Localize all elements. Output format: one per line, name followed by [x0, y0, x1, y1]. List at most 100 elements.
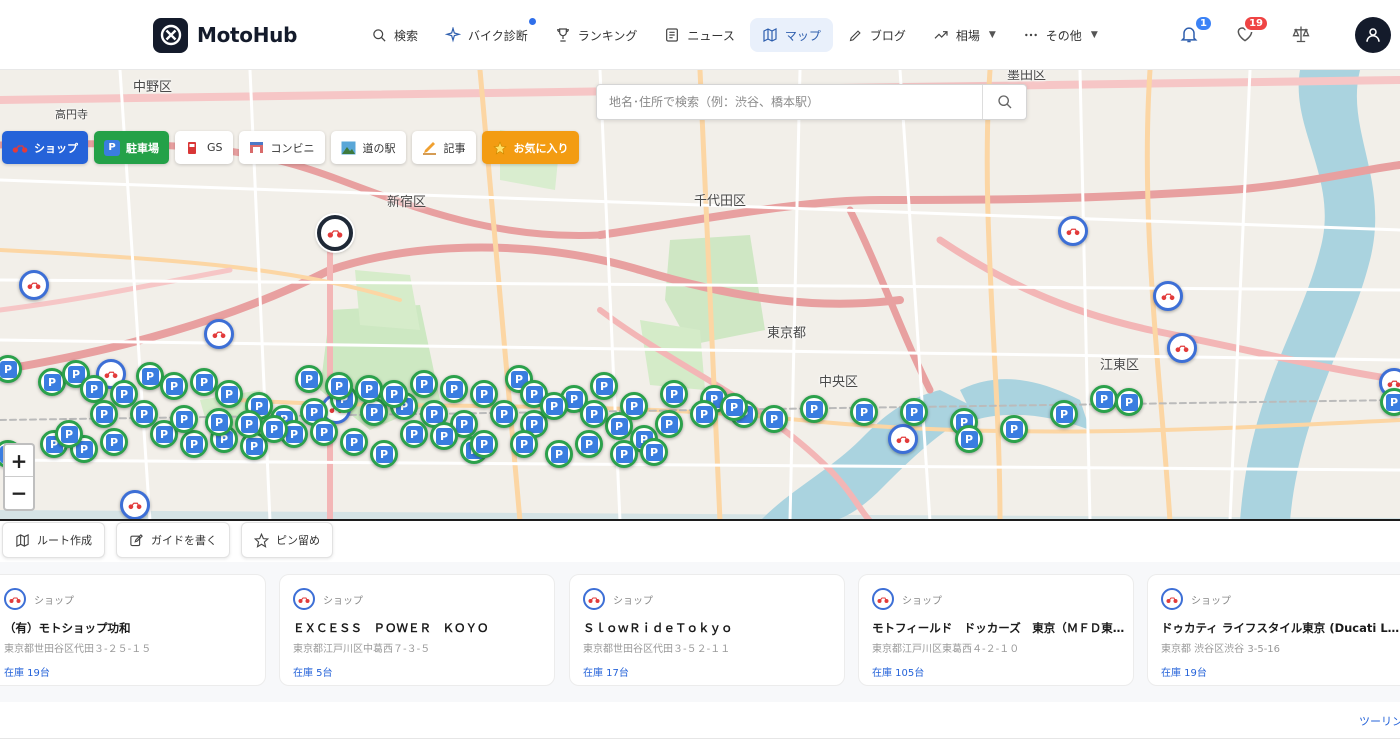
favorites-button[interactable]: 19: [1233, 15, 1269, 46]
parking-marker[interactable]: P: [470, 430, 498, 458]
create-route-button[interactable]: ルート作成: [2, 522, 105, 558]
shop-card[interactable]: ショップ ＥＸＣＥＳＳ ＰＯＷＥＲ ＫＯＹＯ 東京都江戸川区中葛西７-３-５ 在…: [279, 574, 555, 686]
parking-marker[interactable]: P: [410, 370, 438, 398]
parking-marker[interactable]: P: [325, 372, 353, 400]
zoom-out-button[interactable]: −: [5, 477, 33, 509]
parking-marker[interactable]: P: [850, 398, 878, 426]
filter-roadside-station[interactable]: 道の駅: [330, 131, 406, 164]
parking-marker[interactable]: P: [235, 410, 263, 438]
touring-link[interactable]: ツーリング: [1359, 713, 1400, 729]
map-search-button[interactable]: [982, 85, 1026, 119]
shop-marker[interactable]: [1058, 216, 1088, 246]
parking-marker[interactable]: P: [400, 420, 428, 448]
shop-card[interactable]: ショップ モトフィールド ドッカーズ 東京（ＭＦＤ東… 東京都江戸川区東葛西４-…: [858, 574, 1134, 686]
parking-marker[interactable]: P: [580, 400, 608, 428]
parking-marker[interactable]: P: [690, 400, 718, 428]
parking-marker[interactable]: P: [1050, 400, 1078, 428]
parking-marker[interactable]: P: [80, 375, 108, 403]
parking-marker[interactable]: P: [540, 392, 568, 420]
shop-card[interactable]: ショップ ＳｌｏｗＲｉｄｅＴｏｋｙｏ 東京都世田谷区代田３-５２-１１ 在庫 1…: [569, 574, 845, 686]
filter-article[interactable]: 記事: [411, 131, 476, 164]
parking-marker[interactable]: P: [295, 365, 323, 393]
parking-marker[interactable]: P: [1000, 415, 1028, 443]
parking-marker[interactable]: P: [100, 428, 128, 456]
write-guide-button[interactable]: ガイドを書く: [116, 522, 230, 558]
parking-marker[interactable]: P: [590, 372, 618, 400]
shop-marker[interactable]: [204, 319, 234, 349]
shop-card-address: 東京都江戸川区東葛西４-２-１０: [872, 644, 1020, 655]
parking-marker[interactable]: P: [955, 425, 983, 453]
parking-marker[interactable]: P: [160, 372, 188, 400]
nav-market-price[interactable]: 相場 ▼: [921, 18, 1008, 52]
parking-marker[interactable]: P: [510, 430, 538, 458]
nav-more[interactable]: その他 ▼: [1011, 18, 1110, 52]
parking-marker[interactable]: P: [190, 368, 218, 396]
motorcycle-icon: [583, 588, 605, 610]
shop-marker[interactable]: [1167, 333, 1197, 363]
parking-marker[interactable]: P: [340, 428, 368, 456]
parking-marker[interactable]: P: [90, 400, 118, 428]
notifications-button[interactable]: 1: [1177, 15, 1213, 46]
shop-marker[interactable]: [120, 490, 150, 519]
parking-marker[interactable]: P: [380, 380, 408, 408]
nav-blog[interactable]: ブログ: [836, 18, 918, 52]
shop-marker[interactable]: [888, 424, 918, 454]
parking-marker[interactable]: P: [655, 410, 683, 438]
filter-favorites[interactable]: お気に入り: [481, 131, 579, 164]
filter-gas-station[interactable]: GS: [175, 131, 233, 164]
user-avatar[interactable]: [1355, 17, 1391, 53]
parking-marker[interactable]: P: [260, 415, 288, 443]
parking-marker[interactable]: P: [575, 430, 603, 458]
parking-marker[interactable]: P: [760, 405, 788, 433]
parking-icon: P: [245, 437, 263, 455]
parking-icon: P: [425, 405, 443, 423]
parking-marker[interactable]: P: [490, 400, 518, 428]
shop-card[interactable]: ショップ ドゥカティ ライフスタイル東京 (Ducati Lifestyl...…: [1147, 574, 1400, 686]
parking-marker[interactable]: P: [355, 375, 383, 403]
parking-marker[interactable]: P: [170, 405, 198, 433]
parking-marker[interactable]: P: [640, 438, 668, 466]
parking-icon: P: [135, 405, 153, 423]
parking-marker[interactable]: P: [205, 408, 233, 436]
parking-marker[interactable]: P: [430, 422, 458, 450]
nav-bike-diagnosis[interactable]: バイク診断: [433, 18, 540, 52]
nav-search[interactable]: 検索: [360, 18, 430, 52]
parking-marker[interactable]: P: [215, 380, 243, 408]
parking-marker[interactable]: P: [1115, 388, 1143, 416]
parking-marker[interactable]: P: [180, 430, 208, 458]
zoom-in-button[interactable]: +: [5, 445, 33, 477]
parking-marker[interactable]: P: [1380, 388, 1400, 416]
parking-marker[interactable]: P: [1090, 385, 1118, 413]
parking-icon: P: [185, 435, 203, 453]
logo[interactable]: MotoHub: [153, 17, 297, 53]
parking-marker[interactable]: P: [900, 398, 928, 426]
parking-marker[interactable]: P: [370, 440, 398, 468]
nav-map[interactable]: マップ: [749, 18, 833, 52]
filter-shop[interactable]: ショップ: [2, 131, 88, 164]
shop-card[interactable]: ショップ （有）モトショップ功和 東京都世田谷区代田３-２５-１５ 在庫 19台: [0, 574, 266, 686]
parking-marker[interactable]: P: [130, 400, 158, 428]
compare-button[interactable]: [1289, 22, 1313, 46]
pin-button[interactable]: ピン留め: [241, 522, 333, 558]
nav-news[interactable]: ニュース: [652, 18, 746, 52]
parking-marker[interactable]: P: [545, 440, 573, 468]
parking-marker[interactable]: P: [660, 380, 688, 408]
parking-marker[interactable]: P: [440, 375, 468, 403]
nav-ranking[interactable]: ランキング: [543, 18, 650, 52]
map-view[interactable]: 中野区 高円寺 新宿区 千代田区 東京都 中央区 江東区 墨田区 ショップ P …: [0, 70, 1400, 521]
logo-text: MotoHub: [197, 23, 298, 47]
logo-mark-icon: [153, 17, 188, 53]
parking-marker[interactable]: P: [800, 395, 828, 423]
filter-parking[interactable]: P 駐車場: [94, 131, 169, 164]
map-search-input[interactable]: [597, 85, 982, 119]
shop-marker[interactable]: [1153, 281, 1183, 311]
shop-marker[interactable]: [19, 270, 49, 300]
parking-marker[interactable]: P: [720, 393, 748, 421]
parking-icon: P: [315, 423, 333, 441]
parking-marker[interactable]: P: [55, 420, 83, 448]
parking-marker[interactable]: P: [605, 412, 633, 440]
parking-marker[interactable]: P: [310, 418, 338, 446]
shop-marker-selected[interactable]: [317, 215, 353, 251]
filter-convenience-store[interactable]: コンビニ: [238, 131, 325, 164]
parking-marker[interactable]: P: [610, 440, 638, 468]
